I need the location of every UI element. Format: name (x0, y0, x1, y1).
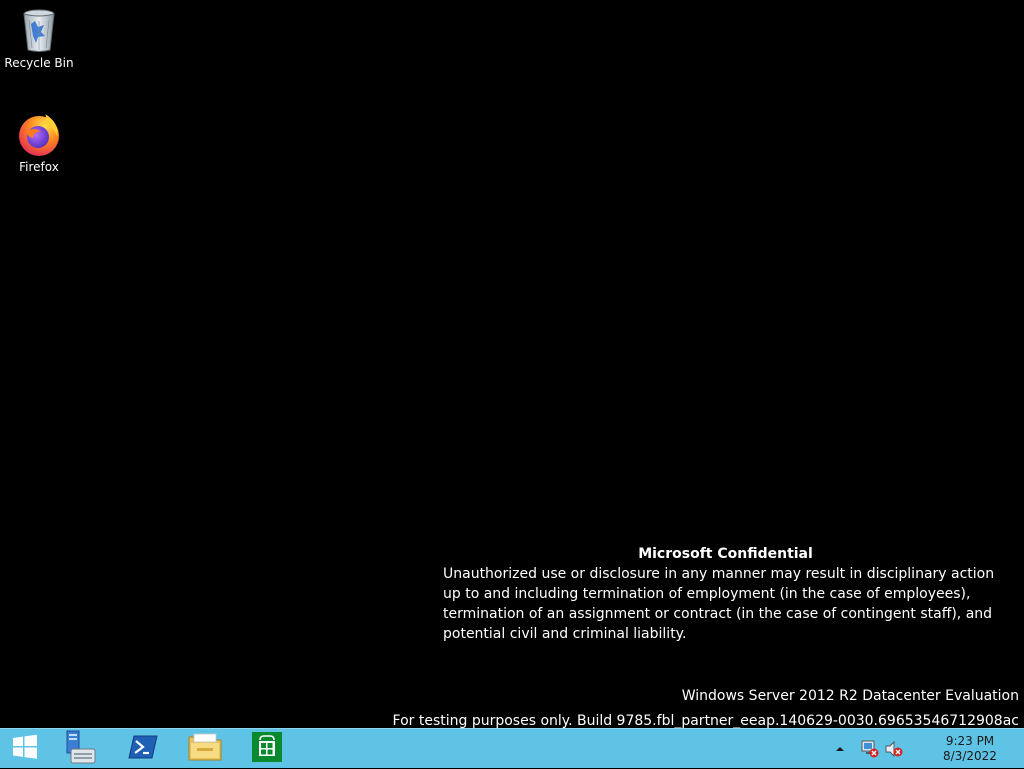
server-manager-button[interactable] (54, 729, 106, 769)
desktop-icon-firefox[interactable]: Firefox (1, 110, 77, 174)
store-button[interactable] (241, 729, 293, 769)
confidential-notice: Microsoft Confidential Unauthorized use … (443, 544, 1008, 644)
desktop-icon-label: Recycle Bin (4, 56, 74, 70)
system-tray: 9:23 PM 8/3/2022 (828, 729, 1024, 769)
store-icon (252, 732, 282, 766)
taskbar-clock[interactable]: 9:23 PM 8/3/2022 (920, 734, 1020, 764)
notice-title: Microsoft Confidential (638, 546, 813, 562)
start-button[interactable] (0, 729, 50, 769)
powershell-icon (128, 734, 158, 764)
show-hidden-icons-chevron-icon[interactable] (830, 739, 850, 759)
volume-muted-icon[interactable] (884, 739, 904, 759)
desktop: Recycle Bin Firefox Microsoft Confidenti… (0, 0, 1024, 729)
clock-time: 9:23 PM (945, 734, 995, 748)
windows-logo-icon (12, 734, 38, 764)
notice-body: Unauthorized use or disclosure in any ma… (443, 566, 995, 642)
file-explorer-icon (188, 732, 222, 766)
os-edition-text: Windows Server 2012 R2 Datacenter Evalua… (681, 688, 1019, 704)
desktop-icon-recycle-bin[interactable]: Recycle Bin (1, 6, 77, 70)
server-manager-icon (63, 729, 97, 769)
file-explorer-button[interactable] (179, 729, 231, 769)
firefox-icon (15, 110, 63, 158)
powershell-button[interactable] (117, 729, 169, 769)
clock-date: 8/3/2022 (943, 749, 997, 763)
recycle-bin-icon (15, 6, 63, 54)
taskbar: 9:23 PM 8/3/2022 (0, 728, 1024, 768)
os-watermark: Windows Server 2012 R2 Datacenter Evalua… (393, 684, 1019, 734)
desktop-icon-label: Firefox (19, 160, 59, 174)
network-error-icon[interactable] (860, 739, 880, 759)
